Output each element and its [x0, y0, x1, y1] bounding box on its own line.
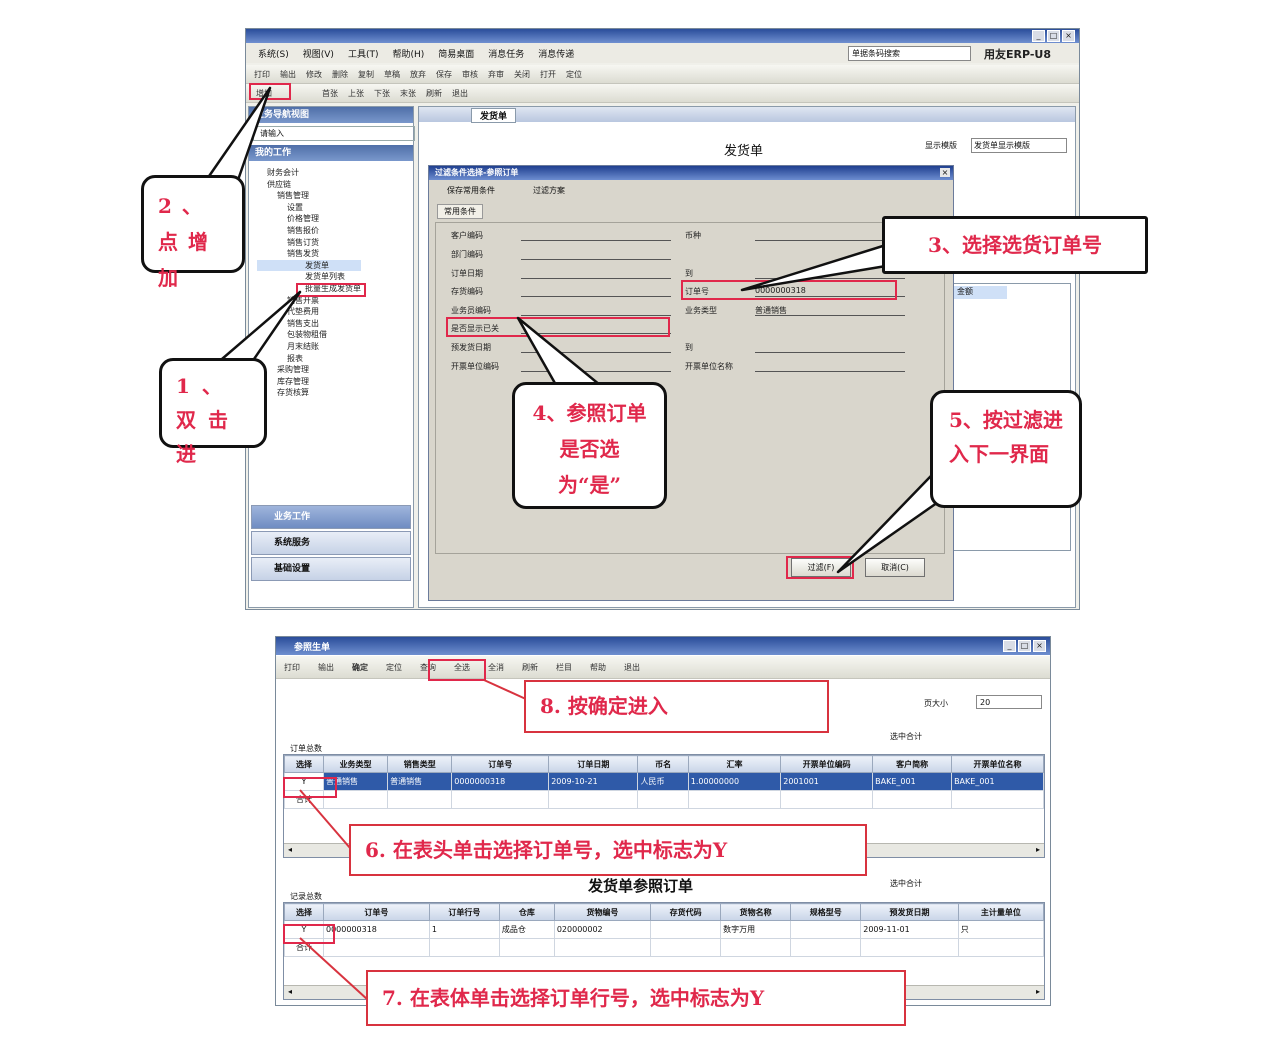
callout-7-pointer: [299, 937, 369, 1001]
callout-step-3-text: 3、选择选货订单号: [928, 233, 1102, 257]
callout-2-pointer: [203, 86, 272, 184]
callout-step-6-text: 6. 在表头单击选择订单号，选中标志为Y: [365, 838, 728, 862]
callout-step-5-text: 5、按过滤进入下一界面: [949, 408, 1063, 466]
callout-step-4: 4、参照订单是否选为“是”: [512, 382, 667, 509]
callout-step-1: 1、双击进: [159, 358, 267, 466]
callout-step-7: 7. 在表体单击选择订单行号，选中标志为Y: [366, 970, 906, 1026]
callout-6-pointer: [299, 789, 351, 849]
callout-step-7-text: 7. 在表体单击选择订单行号，选中标志为Y: [382, 986, 765, 1010]
callout-3-pointer: [740, 243, 888, 292]
callout-step-6: 6. 在表头单击选择订单号，选中标志为Y: [349, 824, 867, 876]
callout-step-8: 8. 按确定进入: [524, 680, 829, 733]
callout-4-pointer: [516, 316, 602, 387]
callout-arrows: [203, 86, 966, 1001]
callout-step-5: 5、按过滤进入下一界面: [930, 390, 1082, 508]
callout-step-4-text: 4、参照订单是否选为“是”: [532, 401, 647, 497]
callout-step-3: 3、选择选货订单号: [882, 216, 1148, 274]
callout-step-8-text: 8. 按确定进入: [540, 694, 668, 718]
callout-1-pointer: [213, 290, 302, 367]
callout-step-2: 2、点增加: [141, 175, 245, 290]
callout-8-pointer: [483, 679, 529, 701]
